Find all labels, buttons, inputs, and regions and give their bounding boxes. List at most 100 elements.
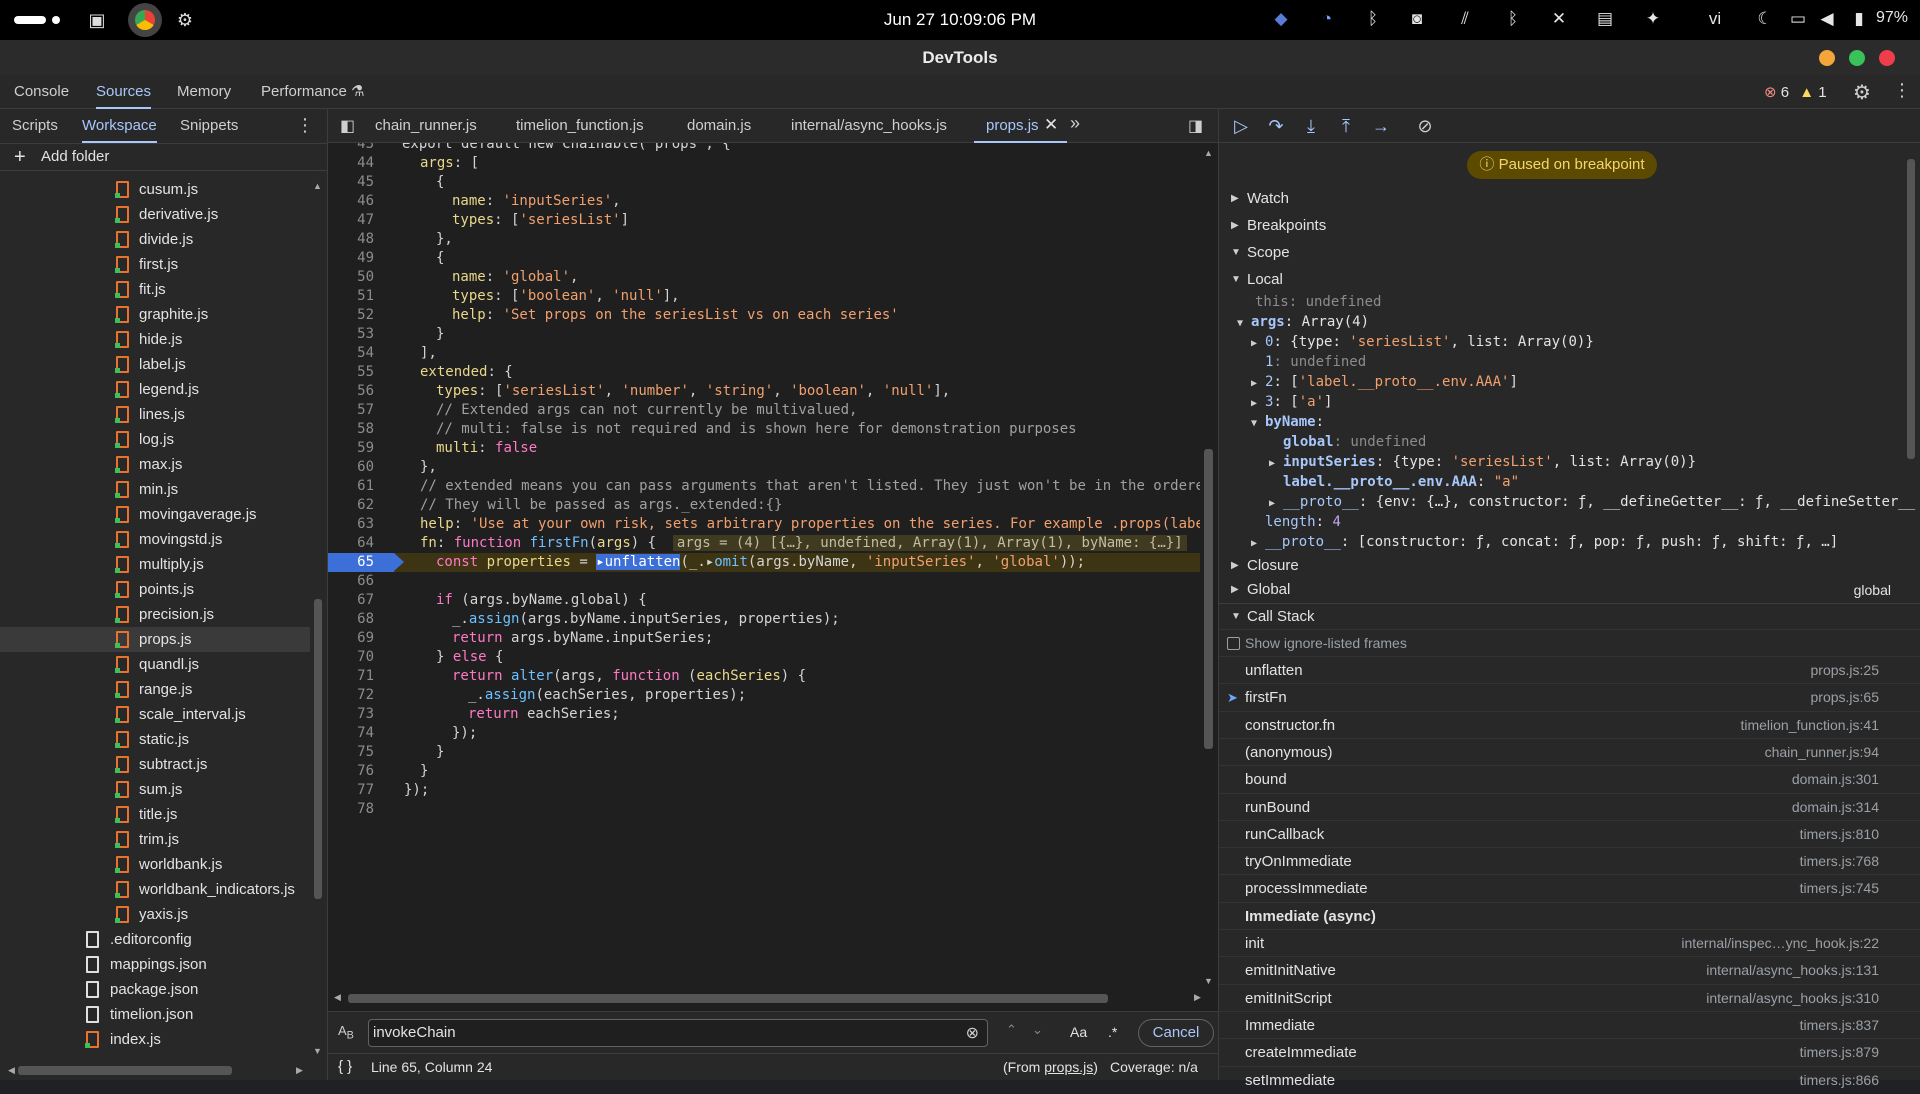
previous-match-icon[interactable]: ⌃ (1006, 1022, 1017, 1038)
gear-icon[interactable]: ⚙ (1853, 80, 1871, 105)
tab-performance[interactable]: Performance ⚗ (261, 75, 365, 109)
file-item[interactable]: graphite.js (0, 302, 310, 327)
frame-location[interactable]: timelion_function.js:41 (1740, 712, 1879, 739)
scope-entry[interactable]: length: 4 (1265, 512, 1341, 532)
clear-search-icon[interactable]: ⊗ (966, 1023, 979, 1043)
tab-async-hooks[interactable]: internal/async_hooks.js (791, 109, 947, 143)
file-item[interactable]: label.js (0, 352, 310, 377)
scope-entry[interactable]: ▼ byName: (1251, 412, 1324, 432)
frame-location[interactable]: timers.js:879 (1800, 1039, 1879, 1066)
scope-entry[interactable]: global: undefined (1283, 432, 1426, 452)
toggle-navigator-icon[interactable]: ◧ (340, 116, 355, 136)
frame-location[interactable]: timers.js:837 (1800, 1012, 1879, 1039)
file-item[interactable]: trim.js (0, 827, 310, 852)
screen-icon[interactable]: ▭ (1785, 9, 1811, 29)
file-item[interactable]: .editorconfig (0, 927, 310, 952)
file-item[interactable]: package.json (0, 977, 310, 1002)
scope-entry[interactable]: ▶ 3: ['a'] (1251, 392, 1332, 412)
scroll-left-icon[interactable]: ◀ (8, 1065, 15, 1076)
tab-sources[interactable]: Sources (96, 75, 152, 109)
frame-location[interactable]: domain.js:301 (1792, 766, 1879, 793)
file-item[interactable]: max.js (0, 452, 310, 477)
file-item[interactable]: precision.js (0, 602, 310, 627)
resume-icon[interactable]: ▷ (1229, 115, 1253, 137)
file-item[interactable]: static.js (0, 727, 310, 752)
call-frame[interactable]: Immediate timers.js:837 (1219, 1010, 1920, 1039)
source-origin-link[interactable]: props.js (1044, 1059, 1093, 1075)
pretty-print-icon[interactable]: { } (338, 1054, 352, 1080)
call-frame[interactable]: unflatten props.js:25 (1219, 656, 1920, 683)
file-tree-scrollbar[interactable] (314, 599, 322, 899)
call-frame[interactable]: init internal/inspec…ync_hook.js:22 (1219, 929, 1920, 956)
closure-scope[interactable]: ▶ Closure (1219, 553, 1920, 579)
watch-section[interactable]: ▶ Watch (1219, 186, 1920, 212)
tab-domain[interactable]: domain.js (687, 109, 751, 143)
step-out-icon[interactable]: ⤒ (1334, 115, 1358, 137)
scope-entry[interactable]: ▶ __proto__: {env: {…}, constructor: ƒ, _… (1269, 492, 1915, 512)
file-item[interactable]: hide.js (0, 327, 310, 352)
call-frame[interactable]: tryOnImmediate timers.js:768 (1219, 847, 1920, 874)
file-item[interactable]: index.js (0, 1027, 310, 1052)
more-options-icon[interactable]: ⋮ (1893, 80, 1911, 101)
file-item[interactable]: cusum.js (0, 177, 310, 202)
minimize-button[interactable] (1819, 50, 1835, 66)
show-ignore-listed-checkbox[interactable] (1227, 637, 1240, 650)
replace-toggle-icon[interactable]: AB (338, 1023, 354, 1042)
call-frame[interactable]: runBound domain.js:314 (1219, 792, 1920, 821)
tab-props[interactable]: props.js (974, 109, 1066, 143)
file-item[interactable]: movingstd.js (0, 527, 310, 552)
search-input[interactable]: invokeChain ⊗ (368, 1019, 988, 1047)
call-frame[interactable]: runCallback timers.js:810 (1219, 819, 1920, 848)
frame-location[interactable]: timers.js:745 (1800, 875, 1879, 902)
code-scroll-up-icon[interactable]: ▲ (1204, 148, 1213, 158)
file-item[interactable]: title.js (0, 802, 310, 827)
navigator-more-icon[interactable]: ⋮ (296, 115, 314, 136)
cancel-search-button[interactable]: Cancel (1138, 1019, 1214, 1047)
code-scroll-left-icon[interactable]: ◀ (334, 992, 341, 1003)
night-mode-icon[interactable]: ☾ (1752, 9, 1778, 29)
frame-location[interactable]: domain.js:314 (1792, 794, 1879, 821)
scope-entry[interactable]: this: undefined (1255, 292, 1381, 312)
bluetooth-icon-2[interactable]: ᛒ (1500, 9, 1526, 29)
call-frame[interactable]: processImmediate timers.js:745 (1219, 874, 1920, 901)
regex-toggle[interactable]: .* (1108, 1024, 1117, 1040)
file-item[interactable]: derivative.js (0, 202, 310, 227)
frame-location[interactable]: internal/inspec…ync_hook.js:22 (1681, 930, 1879, 957)
close-window-button[interactable] (1879, 50, 1895, 66)
local-scope[interactable]: ▼ Local (1219, 267, 1920, 293)
keyboard-layout[interactable]: vi (1702, 9, 1728, 29)
call-frame[interactable]: (anonymous) chain_runner.js:94 (1219, 737, 1920, 765)
close-tab-icon[interactable]: ✕ (1044, 115, 1058, 135)
file-item[interactable]: movingaverage.js (0, 502, 310, 527)
step-icon[interactable]: → (1369, 115, 1393, 137)
volume-icon[interactable]: ◀ (1814, 9, 1840, 29)
sidebar-scrollbar[interactable] (1907, 159, 1915, 459)
next-match-icon[interactable]: ⌄ (1032, 1022, 1043, 1038)
discord-icon[interactable]: ◙ (1404, 9, 1430, 29)
scope-entry[interactable]: ▶ __proto__: [constructor: ƒ, concat: ƒ, … (1251, 532, 1838, 552)
file-item[interactable]: scale_interval.js (0, 702, 310, 727)
call-frame[interactable]: constructor.fn timelion_function.js:41 (1219, 710, 1920, 739)
file-item[interactable]: subtract.js (0, 752, 310, 777)
file-item[interactable]: fit.js (0, 277, 310, 302)
frame-location[interactable]: timers.js:810 (1800, 821, 1879, 848)
more-tabs-icon[interactable]: » (1070, 113, 1080, 134)
file-item[interactable]: sum.js (0, 777, 310, 802)
scope-entry[interactable]: ▶ 0: {type: 'seriesList', list: Array(0)} (1251, 332, 1594, 352)
step-into-icon[interactable]: ⤓ (1299, 115, 1323, 137)
file-item[interactable]: yaxis.js (0, 902, 310, 927)
issues-counter[interactable]: ⊗ 6 ▲ 1 (1764, 83, 1827, 101)
breakpoints-section[interactable]: ▶ Breakpoints (1219, 213, 1920, 239)
file-item[interactable]: worldbank.js (0, 852, 310, 877)
code-vscrollbar[interactable] (1204, 449, 1213, 749)
file-item[interactable]: lines.js (0, 402, 310, 427)
frame-location[interactable]: props.js:25 (1811, 657, 1879, 684)
tab-snippets[interactable]: Snippets (180, 109, 238, 143)
tab-timelion-function[interactable]: timelion_function.js (516, 109, 644, 143)
deactivate-breakpoints-icon[interactable]: ⊘ (1413, 115, 1437, 137)
toggle-debugger-icon[interactable]: ◨ (1188, 116, 1203, 136)
scope-section[interactable]: ▼ Scope (1219, 240, 1920, 266)
file-item[interactable]: divide.js (0, 227, 310, 252)
teams-icon[interactable]: ◆ (1268, 9, 1294, 29)
frame-location[interactable]: internal/async_hooks.js:131 (1706, 957, 1879, 984)
